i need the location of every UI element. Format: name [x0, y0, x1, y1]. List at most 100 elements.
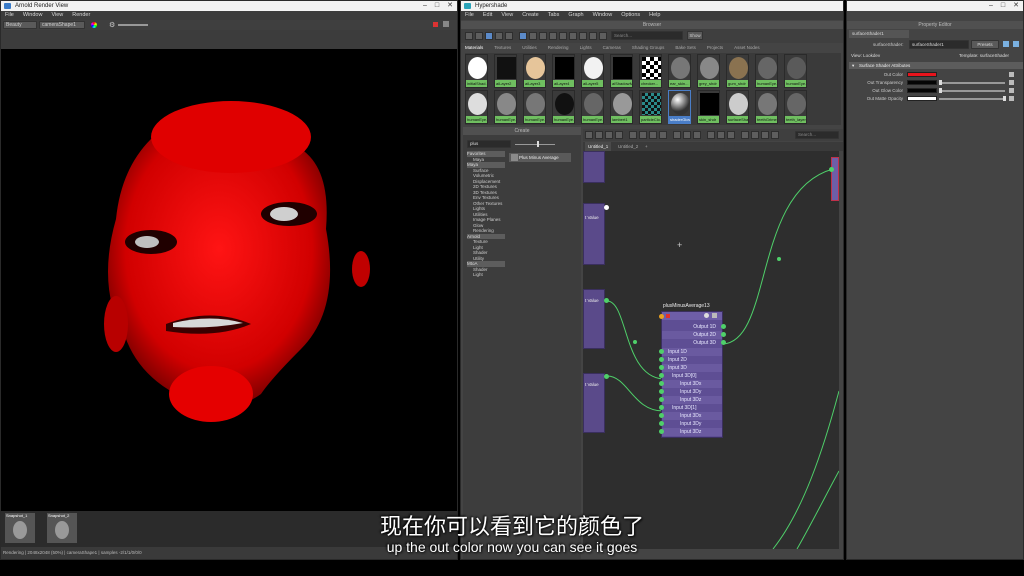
hs-menu-options[interactable]: Options [621, 11, 640, 20]
minimize-icon[interactable]: – [423, 1, 427, 11]
material-swatch[interactable]: particleClo... [639, 90, 662, 124]
hs-menu-window[interactable]: Window [593, 11, 613, 20]
browser-tool-icon[interactable] [495, 32, 503, 40]
partial-node[interactable]: t Value [583, 289, 605, 349]
tab-utilities[interactable]: Utilities [522, 44, 537, 52]
input-port[interactable] [659, 373, 664, 378]
close-icon[interactable]: ✕ [447, 1, 453, 11]
render-refresh-icon[interactable] [443, 21, 449, 27]
create-zoom-slider[interactable] [515, 144, 555, 145]
hs-menu-file[interactable]: File [465, 11, 474, 20]
maximize-icon[interactable]: □ [1001, 1, 1005, 11]
graph-tool-icon[interactable] [595, 131, 603, 139]
out-glow-color-swatch[interactable] [907, 88, 937, 93]
graph-tool-icon[interactable] [741, 131, 749, 139]
browser-tool-icon[interactable] [589, 32, 597, 40]
partial-node[interactable] [583, 151, 605, 183]
output-port[interactable] [721, 324, 726, 329]
menu-render[interactable]: Render [72, 11, 90, 20]
output-port[interactable] [721, 340, 726, 345]
tab-rendering[interactable]: Rendering [548, 44, 569, 52]
material-swatch[interactable]: initialShad... [465, 54, 488, 88]
tab-projects[interactable]: Projects [707, 44, 723, 52]
hs-menu-help[interactable]: Help [649, 11, 660, 20]
browser-tool-icon[interactable] [485, 32, 493, 40]
hs-menu-edit[interactable]: Edit [483, 11, 492, 20]
camera-select[interactable]: cameraShape1 [39, 21, 85, 29]
section-header-surface-shader-attributes[interactable]: ▾ Surface Shader Attributes [849, 62, 1023, 69]
graph-tool-icon[interactable] [629, 131, 637, 139]
material-swatch[interactable]: humanEye... [552, 90, 575, 124]
graph-search-input[interactable]: Search... [795, 131, 839, 139]
render-stop-icon[interactable] [433, 22, 438, 27]
material-swatch[interactable]: skin_shdr [697, 90, 720, 124]
exposure-slider[interactable] [118, 24, 148, 26]
input-port[interactable] [659, 365, 664, 370]
browser-tool-icon[interactable] [505, 32, 513, 40]
material-swatch[interactable]: aiLayer3 [523, 54, 546, 88]
input-port[interactable] [829, 167, 834, 172]
graph-tab-untitled-2[interactable]: Untitled_2 [615, 142, 641, 151]
aov-select[interactable]: Beauty [3, 21, 37, 29]
graph-tool-icon[interactable] [673, 131, 681, 139]
graph-tool-icon[interactable] [707, 131, 715, 139]
graph-tool-icon[interactable] [639, 131, 647, 139]
color-wheel-icon[interactable] [91, 22, 97, 28]
tab-asset-nodes[interactable]: Asset Nodes [734, 44, 760, 52]
surface-shader-node-edge[interactable] [831, 157, 839, 201]
tab-textures[interactable]: Textures [494, 44, 511, 52]
material-swatch[interactable]: lambert1 [610, 90, 633, 124]
graph-tool-icon[interactable] [761, 131, 769, 139]
material-swatch[interactable]: humanEye... [784, 54, 807, 88]
pma-node[interactable]: Output 1D Output 2D Output 3D Input 1D I… [659, 311, 723, 438]
input-port[interactable] [659, 357, 664, 362]
menu-file[interactable]: File [5, 11, 14, 20]
input-port[interactable] [659, 413, 664, 418]
material-swatch[interactable]: humanEye... [523, 90, 546, 124]
create-result-item[interactable]: Plus Minus Average [509, 153, 571, 162]
graph-tool-icon[interactable] [615, 131, 623, 139]
input-port[interactable] [659, 429, 664, 434]
hs-menu-view[interactable]: View [501, 11, 513, 20]
focus-icon[interactable] [1003, 41, 1009, 47]
browser-show-button[interactable]: Show [687, 31, 703, 40]
node-menu-icon[interactable] [712, 313, 717, 318]
create-zoom-slider-knob[interactable] [537, 141, 539, 147]
menu-window[interactable]: Window [23, 11, 43, 20]
out-matte-opacity-swatch[interactable] [907, 96, 937, 101]
create-search-input[interactable]: plus [467, 140, 511, 148]
graph-tool-icon[interactable] [659, 131, 667, 139]
material-swatch[interactable]: gum_shdr [726, 54, 749, 88]
input-port[interactable] [659, 389, 664, 394]
input-port[interactable] [659, 405, 664, 410]
browser-search-input[interactable]: Search... [611, 31, 683, 40]
material-swatch[interactable]: surfaceSha... [726, 90, 749, 124]
material-swatch[interactable]: grey_shdr [697, 54, 720, 88]
tab-materials[interactable]: Materials [465, 44, 483, 52]
material-swatch[interactable]: humanEye... [494, 90, 517, 124]
graph-tool-icon[interactable] [683, 131, 691, 139]
graph-tool-icon[interactable] [751, 131, 759, 139]
graph-tool-icon[interactable] [585, 131, 593, 139]
node-graph-canvas[interactable]: t Value t Value t Value plusMinusAverage… [583, 151, 839, 549]
hs-menu-graph[interactable]: Graph [568, 11, 583, 20]
connect-map-icon[interactable] [1009, 72, 1014, 77]
graph-tool-icon[interactable] [727, 131, 735, 139]
browser-tool-icon[interactable] [549, 32, 557, 40]
material-swatch[interactable]: checker... [639, 54, 662, 88]
material-swatch[interactable]: ear_skin... [668, 54, 691, 88]
tree-item[interactable]: Light [467, 272, 505, 278]
slider-knob[interactable] [1003, 96, 1006, 101]
close-icon[interactable]: ✕ [1013, 1, 1019, 11]
material-swatch[interactable]: aiLayer4 [552, 54, 575, 88]
maximize-icon[interactable]: □ [435, 1, 439, 11]
exposure-gear-icon[interactable]: ⚙ [109, 21, 115, 29]
browser-tool-icon[interactable] [519, 32, 527, 40]
output-port[interactable] [604, 205, 609, 210]
render-canvas[interactable] [1, 49, 457, 511]
graph-tool-icon[interactable] [693, 131, 701, 139]
out-glow-slider[interactable] [939, 90, 1005, 92]
browser-tool-icon[interactable] [569, 32, 577, 40]
hs-menu-tabs[interactable]: Tabs [548, 11, 560, 20]
tab-cameras[interactable]: Cameras [603, 44, 621, 52]
